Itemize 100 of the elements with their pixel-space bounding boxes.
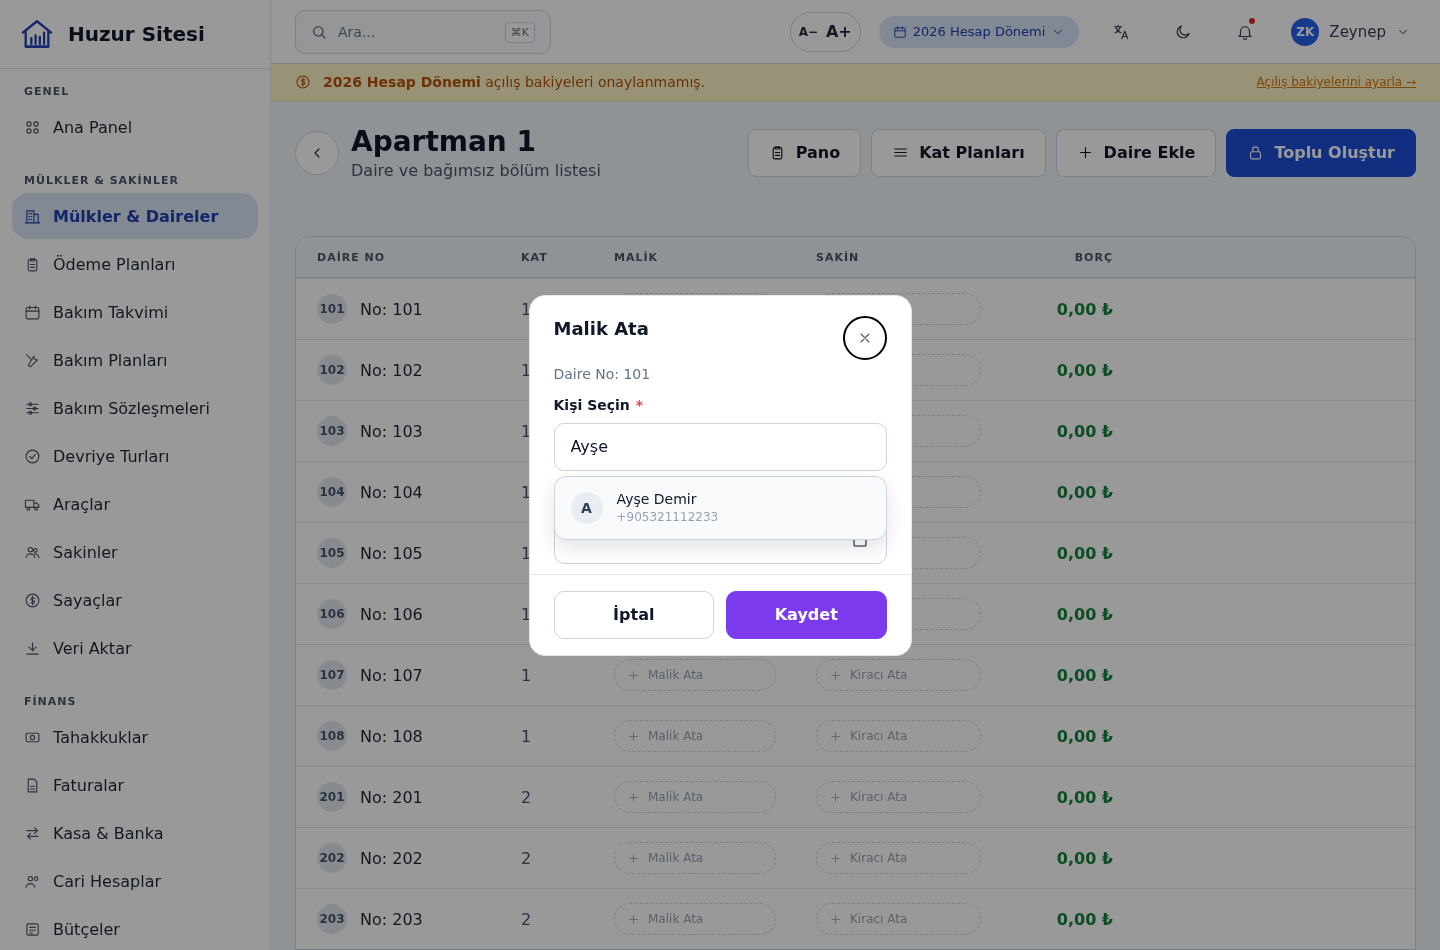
balance-cell-text: 0,00 ₺	[1055, 299, 1113, 319]
unit-badge: 203	[317, 904, 347, 934]
sidebar-item[interactable]: Ana Panel	[12, 104, 258, 150]
search-icon	[311, 23, 327, 40]
section-title: MÜLKLER & SAKİNLER	[23, 173, 180, 189]
banner-text: 2026 Hesap Dönemi açılış bakiyeleri onaylanmamış.	[323, 74, 706, 90]
save-button[interactable]: Kaydet	[726, 590, 887, 639]
unit-badge: 102	[317, 355, 347, 385]
column-header: KAT	[521, 250, 549, 264]
action-button[interactable]: Kat Planları	[871, 128, 1046, 177]
calendar-icon	[892, 24, 907, 39]
sidebar-item[interactable]: Bakım Takvimi	[12, 289, 258, 335]
floor-cell: 1	[521, 665, 532, 685]
person-name: Ayşe Demir	[616, 491, 698, 507]
increase-font-button[interactable]: A+	[821, 22, 856, 41]
unit-badge: 108	[317, 721, 347, 751]
unit-number: No: 101	[360, 299, 423, 319]
unit-badge: 104	[317, 477, 347, 507]
plus-icon	[627, 668, 640, 682]
sidebar-item[interactable]: Tahakkuklar	[12, 714, 258, 760]
balance-cell-text: 0,00 ₺	[1055, 543, 1113, 563]
balance-cell-text: 0,00 ₺	[1055, 482, 1113, 502]
sidebar-item[interactable]: Bütçeler	[12, 906, 258, 950]
unit-badge: 106	[317, 599, 347, 629]
plus-icon	[829, 668, 842, 682]
section-title: GENEL	[23, 84, 71, 100]
cancel-button[interactable]: İptal	[553, 590, 714, 639]
dollar-circle-icon	[295, 74, 311, 90]
sidebar-item[interactable]: Faturalar	[12, 762, 258, 808]
decrease-font-button[interactable]: A−	[794, 24, 822, 39]
close-button[interactable]	[842, 315, 887, 360]
sidebar-item[interactable]: Ödeme Planları	[12, 241, 258, 287]
dialog-title: Malik Ata	[553, 316, 649, 339]
person-input-field[interactable]: Ayşe	[553, 422, 887, 471]
user-menu[interactable]: ZK Zeynep	[1285, 16, 1416, 47]
translate-icon	[1112, 22, 1131, 41]
sidebar-item[interactable]: Veri Aktar	[12, 625, 258, 671]
suggestion-item[interactable]: A Ayşe Demir +905321112233	[554, 476, 886, 539]
sidebar-item[interactable]: Cari Hesaplar	[12, 858, 258, 904]
action-button[interactable]: Daire Ekle	[1055, 128, 1217, 177]
sliders-icon	[24, 399, 41, 417]
unit-number: No: 104	[360, 482, 423, 502]
unit-number: No: 105	[360, 543, 423, 563]
dialog-subtitle: Daire No: 101	[552, 364, 652, 382]
balance-cell-text: 0,00 ₺	[1055, 421, 1113, 441]
arrows-icon	[24, 824, 41, 842]
balance-cell-text: 0,00 ₺	[1055, 604, 1113, 624]
unit-badge: 101	[317, 294, 347, 324]
brand-name: Huzur Sitesi	[68, 22, 205, 46]
unit-number: No: 203	[360, 909, 423, 929]
unit-badge: 201	[317, 782, 347, 812]
column-header: MALİK	[614, 250, 660, 264]
download-icon	[24, 639, 41, 657]
balance-cell-text: 0,00 ₺	[1055, 360, 1113, 380]
floor-cell: 1	[521, 421, 532, 441]
unit-number: No: 202	[360, 848, 423, 868]
sidebar-item[interactable]: Bakım Sözleşmeleri	[12, 385, 258, 431]
floor-cell: 2	[521, 909, 532, 929]
plus-icon	[829, 729, 842, 743]
action-button[interactable]: Toplu Oluştur	[1226, 128, 1416, 177]
moon-icon	[1174, 22, 1193, 41]
floor-cell: 1	[521, 482, 532, 502]
plus-icon	[829, 851, 842, 865]
plus-icon	[627, 912, 640, 926]
unit-badge: 105	[317, 538, 347, 568]
action-button[interactable]: Pano	[747, 128, 862, 177]
unit-badge: 103	[317, 416, 347, 446]
balance-cell-text: 0,00 ₺	[1055, 726, 1113, 746]
house-chart-icon	[20, 17, 54, 51]
unit-number: No: 102	[360, 360, 423, 380]
sidebar-item[interactable]: Kasa & Banka	[12, 810, 258, 856]
sidebar-item[interactable]: Sakinler	[12, 529, 258, 575]
floor-cell: 2	[521, 787, 532, 807]
unit-badge: 107	[317, 660, 347, 690]
sidebar-item[interactable]: Araçlar	[12, 481, 258, 527]
calendar-icon	[24, 303, 41, 321]
unit-number: No: 108	[360, 726, 423, 746]
floor-cell: 1	[521, 360, 532, 380]
unit-number: No: 201	[360, 787, 423, 807]
period-button[interactable]: 2026 Hesap Dönemi	[878, 15, 1080, 48]
floor-cell: 1	[521, 604, 532, 624]
plus-icon	[627, 790, 640, 804]
floor-cell: 2	[521, 848, 532, 868]
balance-cell-text: 0,00 ₺	[1055, 909, 1113, 929]
sidebar-item[interactable]: Devriye Turları	[12, 433, 258, 479]
floor-cell: 1	[521, 543, 532, 563]
unit-number: No: 106	[360, 604, 423, 624]
sidebar-item[interactable]: Mülkler & Daireler	[12, 193, 258, 239]
building-icon	[24, 207, 41, 225]
sidebar-item[interactable]: Sayaçlar	[12, 577, 258, 623]
grid-icon	[24, 118, 41, 136]
page-title: Apartman 1	[351, 125, 538, 159]
column-header: BORÇ	[1073, 250, 1113, 264]
column-header: DAİRE NO	[317, 250, 387, 264]
dollar-circle-icon	[24, 591, 41, 609]
balance-cell-text: 0,00 ₺	[1055, 665, 1113, 685]
avatar: ZK	[1291, 17, 1320, 46]
sidebar-item[interactable]: Bakım Planları	[12, 337, 258, 383]
check-circle-icon	[24, 447, 41, 465]
unit-number: No: 107	[360, 665, 423, 685]
